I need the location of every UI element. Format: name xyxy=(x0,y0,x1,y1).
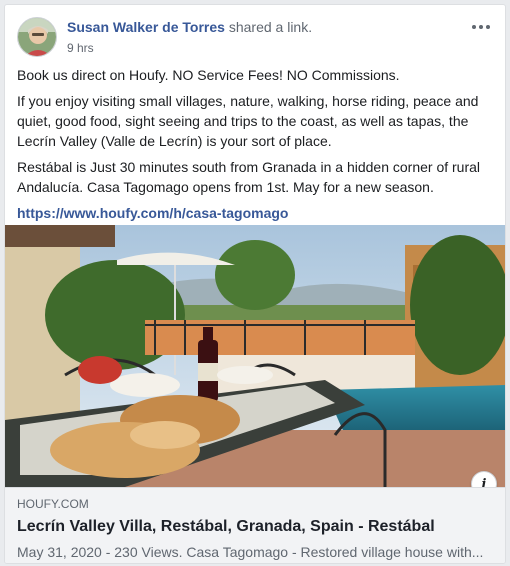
more-options-icon[interactable] xyxy=(469,19,493,35)
post-card: Susan Walker de Torres shared a link. 9 … xyxy=(4,4,506,564)
post-paragraph: Restábal is Just 30 minutes south from G… xyxy=(17,159,481,195)
preview-description: May 31, 2020 - 230 Views. Casa Tagomago … xyxy=(17,544,484,560)
avatar[interactable] xyxy=(17,17,57,57)
post-link[interactable]: https://www.houfy.com/h/casa-tagomago xyxy=(17,203,495,223)
post-header: Susan Walker de Torres shared a link. 9 … xyxy=(17,17,493,61)
preview-meta: HOUFY.COM Lecrín Valley Villa, Restábal,… xyxy=(5,487,505,563)
post-timestamp[interactable]: 9 hrs xyxy=(67,41,94,55)
post-action: shared a link. xyxy=(228,19,313,35)
preview-title[interactable]: Lecrín Valley Villa, Restábal, Granada, … xyxy=(17,516,493,538)
post-body: Book us direct on Houfy. NO Service Fees… xyxy=(17,65,495,223)
preview-image[interactable] xyxy=(5,225,505,487)
post-paragraph: If you enjoy visiting small villages, na… xyxy=(17,93,479,149)
post-paragraph: Book us direct on Houfy. NO Service Fees… xyxy=(17,67,400,83)
author-line: Susan Walker de Torres shared a link. xyxy=(67,19,312,35)
preview-domain: HOUFY.COM xyxy=(17,497,89,511)
author-name[interactable]: Susan Walker de Torres xyxy=(67,19,225,35)
link-preview[interactable]: i HOUFY.COM Lecrín Valley Villa, Restába… xyxy=(5,225,505,563)
